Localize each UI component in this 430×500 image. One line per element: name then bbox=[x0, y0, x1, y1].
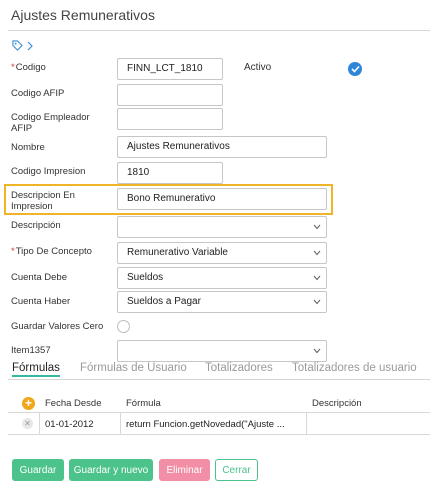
item1357-label: Item1357 bbox=[11, 345, 51, 356]
tab-totalizadores[interactable]: Totalizadores bbox=[205, 362, 273, 374]
column-header-fecha-desde[interactable]: Fecha Desde bbox=[45, 398, 102, 409]
cerrar-button[interactable]: Cerrar bbox=[215, 459, 258, 481]
chevron-down-icon bbox=[313, 250, 321, 256]
tab-totalizadores-usuario[interactable]: Totalizadores de usuario bbox=[292, 362, 417, 374]
descripcion-impresion-input[interactable]: Bono Remunerativo bbox=[117, 188, 327, 210]
check-icon bbox=[350, 65, 360, 73]
tipo-concepto-select[interactable]: Remunerativo Variable bbox=[117, 242, 327, 264]
cuenta-debe-select[interactable]: Sueldos bbox=[117, 267, 327, 289]
codigo-afip-label: Codigo AFIP bbox=[11, 88, 65, 99]
cuenta-haber-select[interactable]: Sueldos a Pagar bbox=[117, 291, 327, 313]
add-row-button[interactable]: + bbox=[22, 397, 35, 410]
activo-label: Activo bbox=[244, 62, 272, 73]
descripcion-impresion-label: Descripcion En Impresion bbox=[11, 190, 75, 212]
nombre-label: Nombre bbox=[11, 142, 45, 153]
tag-links[interactable] bbox=[12, 40, 33, 51]
cell-divider bbox=[120, 412, 121, 434]
item1357-select[interactable] bbox=[117, 340, 327, 362]
title-divider bbox=[8, 30, 430, 31]
table-bottom-divider bbox=[8, 434, 430, 435]
codigo-input[interactable]: FINN_LCT_1810 bbox=[117, 58, 223, 80]
column-header-formula[interactable]: Fórmula bbox=[126, 398, 161, 409]
chevron-down-icon bbox=[313, 299, 321, 305]
tipo-concepto-label: *Tipo De Concepto bbox=[11, 246, 92, 257]
nombre-input[interactable]: Ajustes Remunerativos bbox=[117, 136, 327, 158]
cuenta-haber-label: Cuenta Haber bbox=[11, 296, 71, 307]
required-marker: * bbox=[11, 246, 15, 257]
cell-fecha-desde[interactable]: 01-01-2012 bbox=[45, 419, 120, 430]
codigo-empleador-afip-input[interactable] bbox=[117, 108, 223, 130]
codigo-impresion-input[interactable]: 1810 bbox=[117, 162, 223, 184]
chevron-down-icon bbox=[313, 224, 321, 230]
tag-icon[interactable] bbox=[12, 40, 23, 51]
eliminar-button[interactable]: Eliminar bbox=[159, 459, 210, 481]
codigo-impresion-label: Codigo Impresion bbox=[11, 166, 86, 177]
descripcion-select[interactable] bbox=[117, 216, 327, 238]
page-title: Ajustes Remunerativos bbox=[11, 7, 155, 23]
chevron-down-icon bbox=[313, 275, 321, 281]
guardar-valores-cero-label: Guardar Valores Cero bbox=[11, 321, 104, 332]
cell-divider bbox=[39, 412, 40, 434]
tab-formulas-usuario[interactable]: Fórmulas de Usuario bbox=[80, 362, 187, 374]
codigo-label: *Codigo bbox=[11, 62, 46, 73]
activo-checkbox[interactable] bbox=[348, 62, 362, 76]
cuenta-debe-label: Cuenta Debe bbox=[11, 272, 67, 283]
tab-bar: Fórmulas Fórmulas de Usuario Totalizador… bbox=[8, 362, 430, 380]
cell-divider bbox=[306, 412, 307, 434]
cell-formula[interactable]: return Funcion.getNovedad("Ajuste ... bbox=[126, 419, 306, 430]
guardar-valores-cero-toggle[interactable] bbox=[117, 320, 130, 333]
codigo-empleador-afip-label: Codigo Empleador AFIP bbox=[11, 112, 90, 134]
table-header-divider bbox=[8, 412, 430, 413]
chevron-right-icon[interactable] bbox=[27, 41, 33, 51]
guardar-y-nuevo-button[interactable]: Guardar y nuevo bbox=[69, 459, 153, 481]
column-header-descripcion[interactable]: Descripción bbox=[312, 398, 362, 409]
tab-formulas[interactable]: Fórmulas bbox=[12, 362, 60, 377]
chevron-down-icon bbox=[313, 348, 321, 354]
descripcion-label: Descripción bbox=[11, 220, 61, 231]
guardar-button[interactable]: Guardar bbox=[12, 459, 64, 481]
required-marker: * bbox=[11, 62, 15, 73]
codigo-afip-input[interactable] bbox=[117, 84, 223, 106]
delete-row-icon[interactable]: ✕ bbox=[22, 418, 33, 429]
